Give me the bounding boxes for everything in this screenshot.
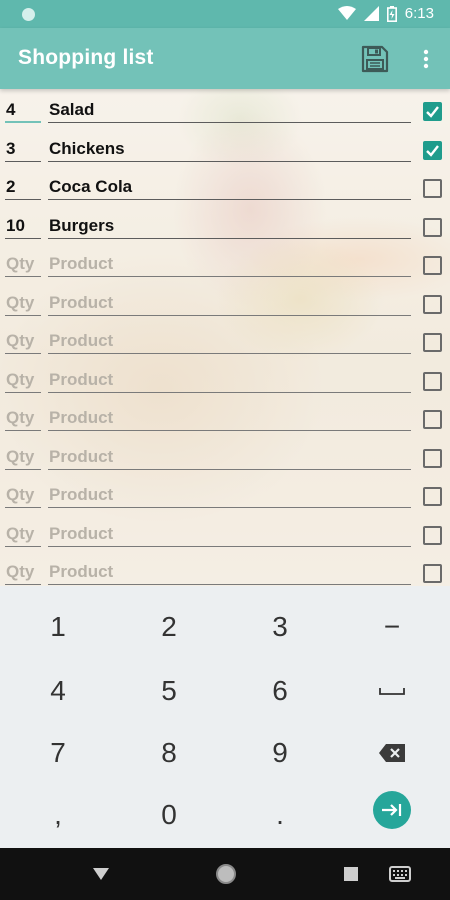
- qty-input[interactable]: Qty: [5, 251, 41, 277]
- qty-input[interactable]: Qty: [5, 328, 41, 354]
- product-input[interactable]: Coca Cola: [48, 174, 411, 200]
- checkmark-icon: [426, 144, 439, 157]
- status-icons: 6:13: [337, 5, 434, 22]
- keyboard-icon: [389, 866, 411, 882]
- qty-input[interactable]: 10: [5, 213, 41, 239]
- key-3[interactable]: 3: [224, 596, 336, 658]
- navigation-bar: [0, 848, 450, 900]
- list-row: 10 Burgers: [0, 207, 450, 245]
- list-row: 3 Chickens: [0, 130, 450, 168]
- qty-input[interactable]: Qty: [5, 290, 41, 316]
- product-input[interactable]: Product: [48, 444, 411, 470]
- nav-back-icon: [93, 868, 109, 880]
- shopping-list: 4 Salad 3 Chickens 2 Coca Cola 10 Burgers Qty Pro…: [0, 89, 450, 586]
- key-5[interactable]: 5: [113, 660, 225, 722]
- list-row: Qty Product: [0, 553, 450, 586]
- product-input[interactable]: Product: [48, 251, 411, 277]
- numeric-keyboard: 1 2 3 − 4 5 6 7 8 9 , 0 .: [0, 586, 450, 848]
- key-7[interactable]: 7: [2, 722, 114, 784]
- list-row: Qty Product: [0, 245, 450, 283]
- qty-input[interactable]: 2: [5, 174, 41, 200]
- item-checkbox[interactable]: [423, 525, 442, 545]
- item-checkbox[interactable]: [423, 448, 442, 468]
- key-8[interactable]: 8: [113, 722, 225, 784]
- more-options-button[interactable]: [414, 42, 438, 76]
- nav-back-button[interactable]: [89, 862, 113, 886]
- product-input[interactable]: Product: [48, 367, 411, 393]
- qty-input[interactable]: 4: [5, 97, 41, 123]
- wifi-icon: [337, 6, 356, 20]
- key-9[interactable]: 9: [224, 722, 336, 784]
- item-checkbox[interactable]: [423, 102, 442, 121]
- list-row: Qty Product: [0, 284, 450, 322]
- product-input[interactable]: Salad: [48, 97, 411, 123]
- space-bar-icon: [379, 688, 405, 695]
- nav-recents-icon: [344, 867, 358, 881]
- list-row: Qty Product: [0, 438, 450, 476]
- qty-input[interactable]: Qty: [5, 559, 41, 585]
- key-minus[interactable]: −: [336, 596, 448, 658]
- status-bar: 6:13: [0, 0, 450, 28]
- qty-input[interactable]: Qty: [5, 521, 41, 547]
- key-0[interactable]: 0: [113, 784, 225, 846]
- backspace-icon: [379, 744, 405, 762]
- item-checkbox[interactable]: [423, 294, 442, 314]
- status-time: 6:13: [404, 5, 434, 22]
- more-vert-icon: [423, 49, 429, 69]
- qty-input[interactable]: Qty: [5, 482, 41, 508]
- page-title: Shopping list: [18, 46, 154, 69]
- save-button[interactable]: [358, 42, 392, 76]
- floppy-disk-icon: [361, 45, 389, 73]
- key-4[interactable]: 4: [2, 660, 114, 722]
- item-checkbox[interactable]: [423, 179, 442, 198]
- product-input[interactable]: Product: [48, 559, 411, 585]
- item-checkbox[interactable]: [423, 487, 442, 506]
- qty-input[interactable]: Qty: [5, 405, 41, 431]
- item-checkbox[interactable]: [423, 256, 442, 275]
- product-input[interactable]: Chickens: [48, 136, 411, 162]
- nav-home-icon: [216, 864, 236, 884]
- qty-input[interactable]: Qty: [5, 444, 41, 470]
- list-row: Qty Product: [0, 476, 450, 514]
- checkmark-icon: [426, 106, 439, 118]
- key-space[interactable]: [336, 660, 448, 722]
- app-bar: Shopping list: [0, 28, 450, 89]
- item-checkbox[interactable]: [423, 333, 442, 352]
- key-period[interactable]: .: [224, 784, 336, 846]
- battery-icon: [386, 5, 397, 22]
- key-backspace[interactable]: [336, 722, 448, 784]
- item-checkbox[interactable]: [423, 217, 442, 237]
- tab-key-circle: [373, 791, 411, 829]
- list-row: Qty Product: [0, 515, 450, 553]
- item-checkbox[interactable]: [423, 371, 442, 391]
- nav-recents-button[interactable]: [339, 862, 363, 886]
- list-row: 2 Coca Cola: [0, 168, 450, 206]
- key-6[interactable]: 6: [224, 660, 336, 722]
- list-row: Qty Product: [0, 399, 450, 437]
- product-input[interactable]: Product: [48, 290, 411, 316]
- item-checkbox[interactable]: [423, 564, 442, 583]
- list-row: Qty Product: [0, 361, 450, 399]
- cell-signal-icon: [363, 6, 379, 21]
- key-tab[interactable]: [336, 779, 448, 841]
- key-2[interactable]: 2: [113, 596, 225, 658]
- tab-arrow-icon: [382, 804, 402, 816]
- nav-home-button[interactable]: [214, 862, 238, 886]
- key-comma[interactable]: ,: [2, 784, 114, 846]
- product-input[interactable]: Product: [48, 328, 411, 354]
- product-input[interactable]: Burgers: [48, 213, 411, 239]
- keyboard-switch-button[interactable]: [388, 862, 412, 886]
- item-checkbox[interactable]: [423, 410, 442, 429]
- qty-input[interactable]: Qty: [5, 367, 41, 393]
- product-input[interactable]: Product: [48, 405, 411, 431]
- list-row: Qty Product: [0, 322, 450, 360]
- item-checkbox[interactable]: [423, 140, 442, 160]
- qty-input[interactable]: 3: [5, 136, 41, 162]
- key-1[interactable]: 1: [2, 596, 114, 658]
- notification-dot-icon: [22, 8, 35, 21]
- product-input[interactable]: Product: [48, 521, 411, 547]
- list-row: 4 Salad: [0, 91, 450, 129]
- product-input[interactable]: Product: [48, 482, 411, 508]
